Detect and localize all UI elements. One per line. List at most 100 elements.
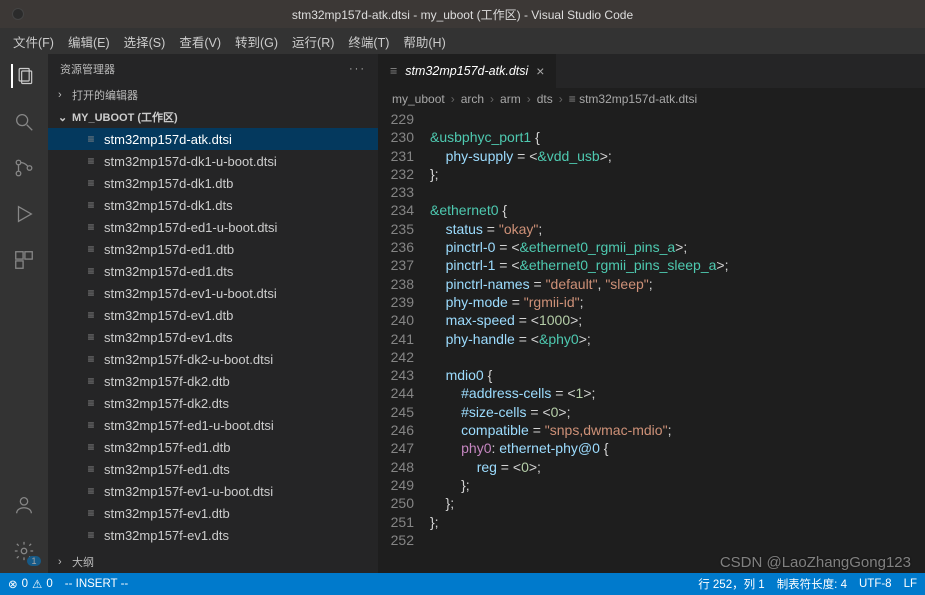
code-line[interactable]: #size-cells = <0>; [430,403,925,421]
code-line[interactable]: status = "okay"; [430,220,925,238]
code-line[interactable] [430,348,925,366]
file-icon: ≡ [84,484,98,498]
line-number: 230 [378,128,430,146]
file-icon: ≡ [84,286,98,300]
code-line[interactable]: pinctrl-names = "default", "sleep"; [430,275,925,293]
sidebar: 资源管理器 ··· › 打开的编辑器 ⌄ MY_UBOOT (工作区) ≡stm… [48,54,378,573]
breadcrumb-item[interactable]: dts [537,92,553,106]
line-number: 240 [378,311,430,329]
menu-item[interactable]: 选择(S) [117,32,173,51]
file-row[interactable]: ≡stm32mp157f-ed1.dtb [48,436,378,458]
close-icon[interactable]: × [536,63,544,79]
status-cursor[interactable]: 行 252，列 1 [698,576,764,592]
breadcrumb[interactable]: my_uboot›arch›arm›dts›≡ stm32mp157d-atk.… [378,88,925,110]
file-row[interactable]: ≡stm32mp157f-ev1.dts [48,524,378,546]
chevron-right-icon: › [58,556,68,568]
status-encoding[interactable]: UTF-8 [859,578,892,590]
code-line[interactable] [430,531,925,549]
breadcrumb-item[interactable]: arch [461,92,484,106]
file-name: stm32mp157f-ev1.dtb [104,506,230,521]
breadcrumb-item[interactable]: arm [500,92,521,106]
menu-item[interactable]: 转到(G) [228,32,285,51]
status-tabsize[interactable]: 制表符长度: 4 [777,576,847,592]
file-row[interactable]: ≡stm32mp157d-ev1-u-boot.dtsi [48,282,378,304]
file-icon: ≡ [84,242,98,256]
code-line[interactable]: &usbphyc_port1 { [430,128,925,146]
source-control-icon[interactable] [12,156,36,180]
file-icon: ≡ [84,220,98,234]
status-eol[interactable]: LF [904,578,917,590]
menu-item[interactable]: 编辑(E) [61,32,117,51]
file-icon: ≡ [84,352,98,366]
menu-item[interactable]: 帮助(H) [396,32,452,51]
file-row[interactable]: ≡stm32mp157d-atk.dtsi [48,128,378,150]
code-line[interactable]: phy0: ethernet-phy@0 { [430,439,925,457]
explorer-icon[interactable] [11,64,35,88]
code-line[interactable]: }; [430,513,925,531]
file-row[interactable]: ≡stm32mp157d-ev1.dts [48,326,378,348]
file-row[interactable]: ≡stm32mp157d-ed1.dts [48,260,378,282]
code-line[interactable]: phy-handle = <&phy0>; [430,330,925,348]
code-line[interactable]: }; [430,494,925,512]
breadcrumb-item[interactable]: my_uboot [392,92,445,106]
code-line[interactable]: &ethernet0 { [430,201,925,219]
code-line[interactable]: }; [430,165,925,183]
tab-active[interactable]: ≡ stm32mp157d-atk.dtsi × [378,54,557,88]
file-row[interactable]: ≡stm32mp157f-dk2.dts [48,392,378,414]
file-row[interactable]: ≡stm32mp157d-ed1-u-boot.dtsi [48,216,378,238]
file-row[interactable]: ≡stm32mp157d-ev1.dtb [48,304,378,326]
file-name: stm32mp157f-ed1.dts [104,462,230,477]
extensions-icon[interactable] [12,248,36,272]
file-name: stm32mp157f-dk2.dtb [104,374,230,389]
account-icon[interactable] [12,493,36,517]
file-row[interactable]: ≡stm32mp157f-ev1.dtb [48,502,378,524]
code-line[interactable]: phy-supply = <&vdd_usb>; [430,147,925,165]
file-icon: ≡ [84,154,98,168]
workspace-section[interactable]: ⌄ MY_UBOOT (工作区) [48,106,378,128]
line-number: 243 [378,366,430,384]
file-name: stm32mp157d-dk1.dts [104,198,233,213]
code-line[interactable]: phy-mode = "rgmii-id"; [430,293,925,311]
file-row[interactable]: ≡stm32mp157f-ed1.dts [48,458,378,480]
file-row[interactable]: ≡stm32mp157f-dk2.dtb [48,370,378,392]
window-control-dot[interactable] [12,8,24,20]
window-title: stm32mp157d-atk.dtsi - my_uboot (工作区) - … [292,6,633,23]
file-row[interactable]: ≡stm32mp157f-ed1-u-boot.dtsi [48,414,378,436]
menu-item[interactable]: 运行(R) [285,32,341,51]
status-problems[interactable]: ⊗0 ⚠0 [8,577,53,591]
line-number: 235 [378,220,430,238]
code-line[interactable]: }; [430,476,925,494]
file-row[interactable]: ≡stm32mp157f-dk2-u-boot.dtsi [48,348,378,370]
code-line[interactable]: reg = <0>; [430,458,925,476]
outline-section[interactable]: › 大纲 [48,551,378,573]
code-line[interactable]: compatible = "snps,dwmac-mdio"; [430,421,925,439]
file-row[interactable]: ≡ stm32mp157d-dk1.dts [48,194,378,216]
settings-icon[interactable]: 1 [12,539,36,563]
menu-item[interactable]: 终端(T) [341,32,396,51]
file-row[interactable]: ≡stm32mp157d-ed1.dtb [48,238,378,260]
open-editors-section[interactable]: › 打开的编辑器 [48,84,378,106]
file-icon: ≡ [84,198,98,212]
code-line[interactable]: max-speed = <1000>; [430,311,925,329]
breadcrumb-item[interactable]: ≡ stm32mp157d-atk.dtsi [569,92,697,106]
menu-item[interactable]: 查看(V) [172,32,228,51]
run-debug-icon[interactable] [12,202,36,226]
chevron-down-icon: ⌄ [58,111,68,124]
search-icon[interactable] [12,110,36,134]
line-number: 247 [378,439,430,457]
code-line[interactable] [430,183,925,201]
code-line[interactable] [430,110,925,128]
sidebar-more-icon[interactable]: ··· [349,63,366,75]
file-row[interactable]: ≡stm32mp157d-dk1.dtb [48,172,378,194]
file-icon: ≡ [84,330,98,344]
code-line[interactable]: #address-cells = <1>; [430,384,925,402]
status-bar: ⊗0 ⚠0 -- INSERT -- 行 252，列 1 制表符长度: 4 UT… [0,573,925,595]
file-row[interactable]: ≡stm32mp157d-dk1-u-boot.dtsi [48,150,378,172]
code-line[interactable]: mdio0 { [430,366,925,384]
code-line[interactable]: pinctrl-1 = <&ethernet0_rgmii_pins_sleep… [430,256,925,274]
file-icon: ≡ [84,396,98,410]
code-line[interactable]: pinctrl-0 = <&ethernet0_rgmii_pins_a>; [430,238,925,256]
file-row[interactable]: ≡stm32mp157f-ev1-u-boot.dtsi [48,480,378,502]
code-editor[interactable]: 229230&usbphyc_port1 {231 phy-supply = <… [378,110,925,573]
menu-item[interactable]: 文件(F) [6,32,61,51]
